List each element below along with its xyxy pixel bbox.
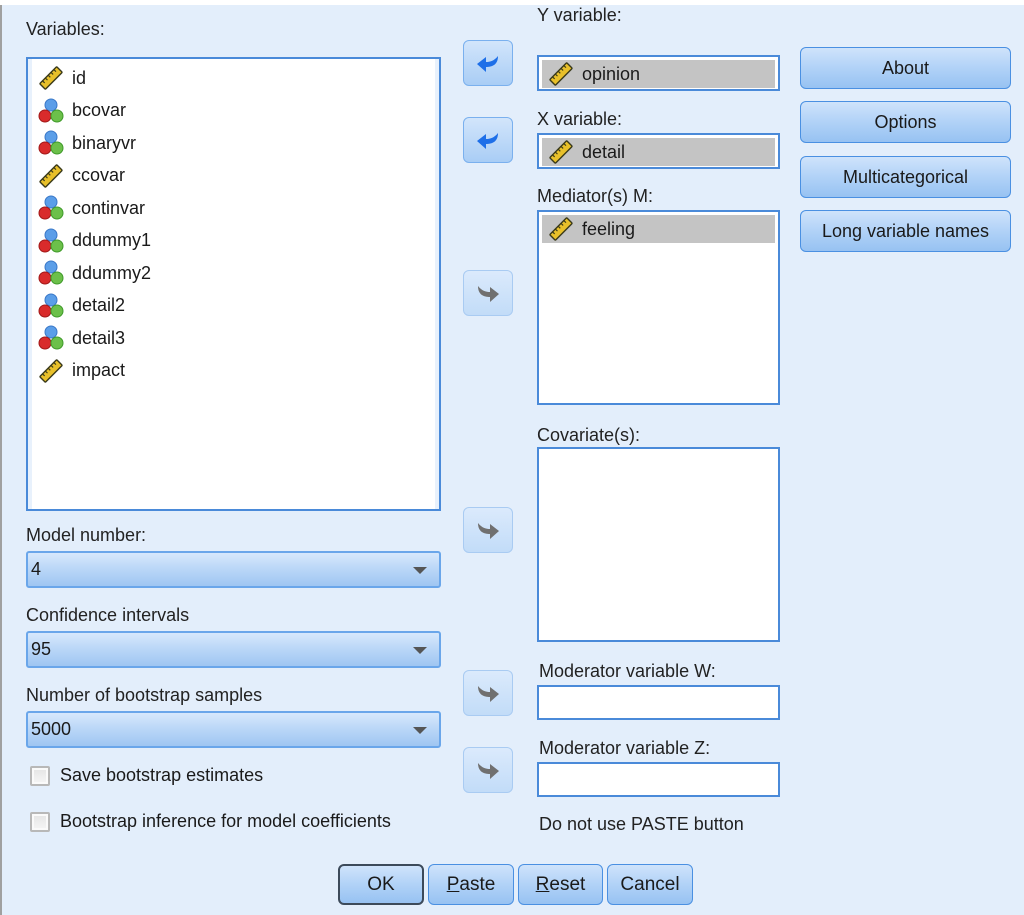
options-button[interactable]: Options (800, 101, 1011, 143)
variable-list-item[interactable]: binaryvr (38, 128, 136, 158)
x-variable-value: detail (582, 141, 626, 162)
variable-name: continvar (72, 197, 146, 218)
variable-list-item[interactable]: impact (38, 356, 125, 386)
variable-name: ddummy2 (72, 262, 152, 283)
about-button[interactable]: About (800, 47, 1011, 89)
y-variable-label: Y variable: (537, 5, 622, 25)
variable-list-item[interactable]: ccovar (38, 161, 125, 191)
covariates-label: Covariate(s): (537, 425, 641, 445)
process-dialog: Variables: id bcovar binaryvr ccovar continv… (0, 5, 1024, 915)
y-variable-field[interactable]: opinion (537, 55, 780, 91)
move-to-moderator-w-button[interactable] (463, 670, 513, 716)
arrow-right-icon (476, 760, 500, 780)
mediator-item-name: feeling (582, 218, 636, 239)
x-variable-item[interactable]: detail (542, 138, 775, 166)
long-variable-names-button[interactable]: Long variable names (800, 210, 1011, 252)
balls-icon (38, 260, 64, 286)
arrow-right-icon (476, 283, 500, 303)
chevron-down-icon (413, 727, 427, 734)
variable-name: bcovar (72, 100, 127, 120)
bootstrap-inference-label: Bootstrap inference for model coefficien… (60, 811, 391, 831)
ok-button[interactable]: OK (338, 864, 424, 905)
variable-list-item[interactable]: ddummy2 (38, 258, 151, 288)
variables-label: Variables: (26, 19, 105, 39)
ruler-icon (548, 61, 574, 87)
ruler-icon (38, 358, 64, 384)
variable-list-item[interactable]: detail2 (38, 291, 125, 321)
move-to-y-button[interactable] (463, 40, 513, 86)
moderator-z-field[interactable] (537, 762, 780, 797)
model-number-label: Model number: (26, 525, 147, 545)
variable-name: binaryvr (72, 132, 137, 153)
variable-list-item[interactable]: continvar (38, 193, 145, 223)
ruler-icon (38, 65, 64, 91)
save-bootstrap-label: Save bootstrap estimates (60, 765, 264, 785)
save-bootstrap-checkbox[interactable] (30, 765, 50, 786)
confidence-intervals-label: Confidence intervals (26, 605, 190, 625)
balls-icon (38, 325, 64, 351)
cancel-button[interactable]: Cancel (607, 864, 693, 905)
variable-list-item[interactable]: ddummy1 (38, 226, 151, 256)
move-to-mediator-button[interactable] (463, 270, 513, 316)
arrow-left-icon (476, 130, 500, 150)
variable-list-item[interactable]: bcovar (38, 96, 126, 126)
balls-icon (38, 293, 64, 319)
variables-listbox[interactable]: id bcovar binaryvr ccovar continvar ddummy1 dd… (26, 57, 441, 511)
confidence-intervals-select[interactable]: 95 (26, 631, 441, 668)
variable-name: detail3 (72, 327, 126, 348)
paste-mnemonic: P (446, 873, 460, 895)
paste-button[interactable]: Paste (428, 864, 514, 905)
move-to-moderator-z-button[interactable] (463, 747, 513, 793)
arrow-right-icon (476, 520, 500, 540)
paste-label: aste (459, 873, 496, 895)
balls-icon (38, 228, 64, 254)
balls-icon (38, 195, 64, 221)
variable-name: ccovar (72, 165, 126, 185)
bootstrap-inference-checkbox[interactable] (30, 811, 50, 832)
y-variable-value: opinion (582, 63, 641, 84)
bootstrap-samples-value: 5000 (31, 719, 72, 739)
model-number-select[interactable]: 4 (26, 551, 441, 588)
reset-label: eset (549, 873, 586, 895)
arrow-right-icon (476, 683, 500, 703)
confidence-intervals-value: 95 (31, 639, 52, 659)
variable-name: id (72, 67, 87, 88)
ruler-icon (548, 139, 574, 165)
multicategorical-button[interactable]: Multicategorical (800, 156, 1011, 198)
mediator-item[interactable]: feeling (542, 215, 775, 243)
move-to-x-button[interactable] (463, 117, 513, 163)
variable-name: impact (72, 360, 126, 380)
variable-name: detail2 (72, 295, 126, 315)
bootstrap-samples-select[interactable]: 5000 (26, 711, 441, 748)
ruler-icon (548, 216, 574, 242)
variable-list-item[interactable]: detail3 (38, 323, 125, 353)
reset-mnemonic: R (535, 873, 550, 895)
moderator-z-label: Moderator variable Z: (539, 738, 711, 758)
bootstrap-samples-label: Number of bootstrap samples (26, 685, 263, 705)
balls-icon (38, 130, 64, 156)
moderator-w-field[interactable] (537, 685, 780, 720)
y-variable-item[interactable]: opinion (542, 60, 775, 88)
save-bootstrap-row[interactable]: Save bootstrap estimates (30, 765, 263, 786)
chevron-down-icon (413, 647, 427, 654)
covariates-listbox[interactable] (537, 447, 780, 642)
moderator-w-label: Moderator variable W: (539, 661, 716, 681)
arrow-left-icon (476, 53, 500, 73)
bootstrap-inference-row[interactable]: Bootstrap inference for model coefficien… (30, 811, 391, 832)
move-to-covariate-button[interactable] (463, 507, 513, 553)
variable-name: ddummy1 (72, 230, 152, 250)
ruler-icon (38, 163, 64, 189)
x-variable-field[interactable]: detail (537, 133, 780, 169)
paste-warning-note: Do not use PASTE button (539, 814, 744, 834)
balls-icon (38, 98, 64, 124)
chevron-down-icon (413, 567, 427, 574)
mediators-listbox[interactable]: feeling (537, 210, 780, 405)
x-variable-label: X variable: (537, 109, 623, 129)
model-number-value: 4 (31, 559, 42, 579)
reset-button[interactable]: Reset (518, 864, 603, 905)
mediators-label: Mediator(s) M: (537, 186, 654, 206)
variable-list-item[interactable]: id (38, 63, 86, 93)
